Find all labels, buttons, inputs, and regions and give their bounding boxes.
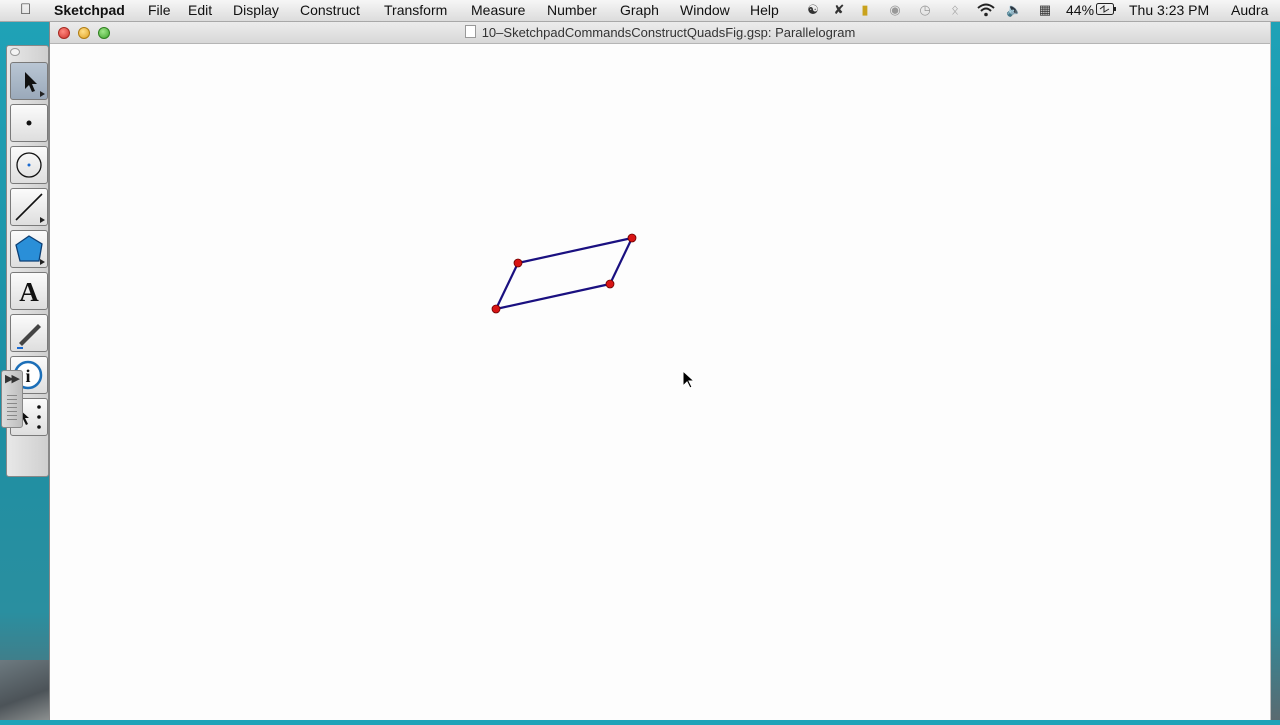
status-app-icon[interactable]: ☯ xyxy=(806,3,820,17)
segment-left[interactable] xyxy=(495,262,519,310)
tool-menu-triangle-icon xyxy=(40,259,45,265)
svg-text:i: i xyxy=(25,366,30,386)
parallelogram[interactable] xyxy=(491,233,637,314)
segment-top[interactable] xyxy=(517,236,633,265)
menu-transform[interactable]: Transform xyxy=(384,2,447,18)
vertex-point[interactable] xyxy=(605,279,615,289)
mouse-cursor-icon xyxy=(682,369,696,389)
straightedge-tool[interactable] xyxy=(10,188,48,226)
status-notes-icon[interactable]: ▮ xyxy=(858,3,872,17)
tool-menu-triangle-icon xyxy=(40,217,45,223)
compass-circle-icon xyxy=(16,152,42,178)
desktop-background-strip xyxy=(0,660,49,720)
clock[interactable]: Thu 3:23 PM xyxy=(1129,2,1209,18)
sketch-canvas[interactable] xyxy=(50,44,1270,720)
sketch-drawing xyxy=(491,233,696,389)
tool-menu-triangle-icon xyxy=(40,91,45,97)
point-icon xyxy=(26,120,32,126)
compass-tool[interactable] xyxy=(10,146,48,184)
vertex-point[interactable] xyxy=(491,304,501,314)
window-title-text: 10–SketchpadCommandsConstructQuadsFig.gs… xyxy=(481,25,856,40)
marker-pen-icon xyxy=(17,324,41,349)
apple-menu-icon[interactable]:  xyxy=(20,1,31,18)
wifi-icon[interactable] xyxy=(977,3,995,17)
battery-icon[interactable] xyxy=(1096,3,1116,17)
menu-number[interactable]: Number xyxy=(547,2,597,18)
menu-file[interactable]: File xyxy=(148,2,171,18)
segment-bottom[interactable] xyxy=(495,282,611,311)
status-tools-icon[interactable]: ✘ xyxy=(832,3,846,17)
text-tool[interactable]: A xyxy=(10,272,48,310)
segment-right[interactable] xyxy=(609,237,633,285)
vertex-point[interactable] xyxy=(627,233,637,243)
arrow-tool[interactable] xyxy=(10,62,48,100)
menu-display[interactable]: Display xyxy=(233,2,279,18)
point-tool[interactable] xyxy=(10,104,48,142)
menu-construct[interactable]: Construct xyxy=(300,2,360,18)
document-icon xyxy=(464,25,476,38)
menu-measure[interactable]: Measure xyxy=(471,2,525,18)
bluetooth-icon[interactable]: ᛟ xyxy=(948,3,962,17)
toolbox-expander[interactable]: ▶▶ xyxy=(1,370,23,428)
user-name[interactable]: Audra xyxy=(1231,2,1268,18)
polygon-tool[interactable] xyxy=(10,230,48,268)
grip-icon xyxy=(7,395,17,423)
status-clock-icon[interactable]: ◷ xyxy=(918,3,932,17)
input-menu-icon[interactable]: ▦ xyxy=(1038,3,1052,17)
window-title: 10–SketchpadCommandsConstructQuadsFig.gs… xyxy=(50,25,1270,40)
volume-icon[interactable]: 🔈 xyxy=(1006,3,1022,17)
battery-percent[interactable]: 44% xyxy=(1066,2,1094,18)
vertex-point[interactable] xyxy=(513,258,523,268)
app-menu[interactable]: Sketchpad xyxy=(54,2,125,18)
title-bar[interactable]: 10–SketchpadCommandsConstructQuadsFig.gs… xyxy=(50,22,1270,44)
marker-tool[interactable] xyxy=(10,314,48,352)
menu-help[interactable]: Help xyxy=(750,2,779,18)
status-timemachine-gray-icon[interactable]: ◉ xyxy=(888,3,902,17)
menu-edit[interactable]: Edit xyxy=(188,2,212,18)
document-window: 10–SketchpadCommandsConstructQuadsFig.gs… xyxy=(49,22,1271,720)
toolbox-close-icon[interactable] xyxy=(10,48,20,56)
menu-window[interactable]: Window xyxy=(680,2,730,18)
menu-bar:  Sketchpad File Edit Display Construct … xyxy=(0,0,1280,22)
menu-graph[interactable]: Graph xyxy=(620,2,659,18)
double-chevron-right-icon: ▶▶ xyxy=(5,373,20,385)
